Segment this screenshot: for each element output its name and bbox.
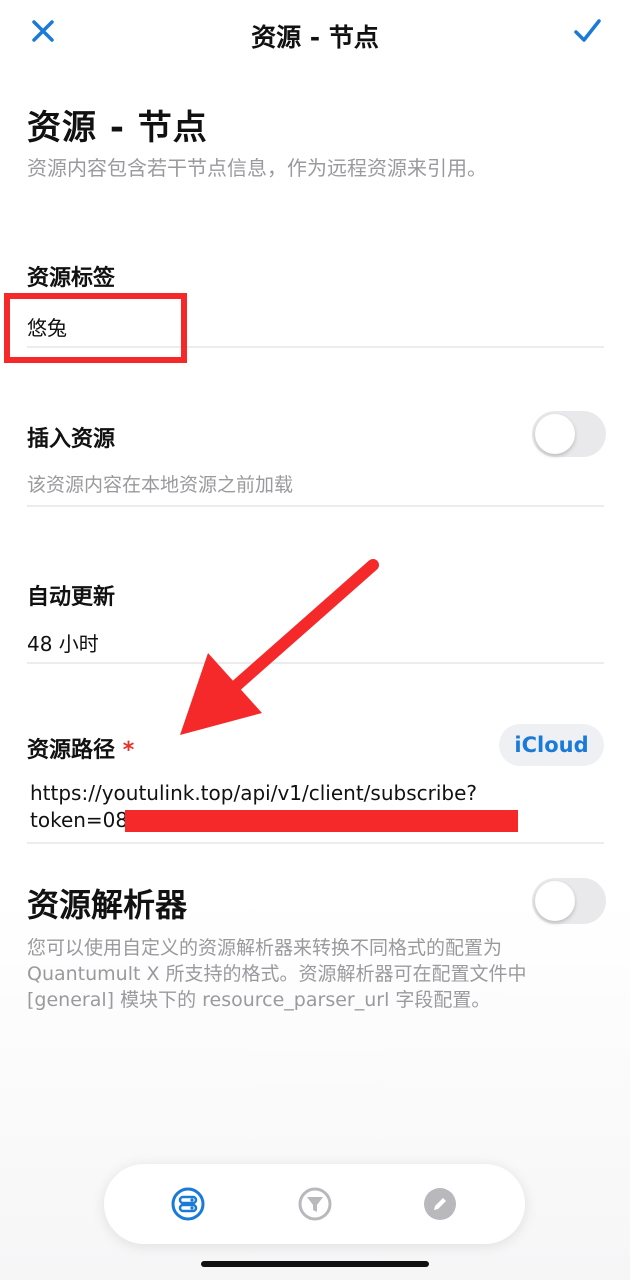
resource-path-label-text: 资源路径 xyxy=(27,738,116,763)
resource-parser-label: 资源解析器 xyxy=(27,886,188,924)
divider xyxy=(27,505,604,507)
insert-resource-hint: 该资源内容在本地资源之前加载 xyxy=(27,474,294,496)
required-mark: * xyxy=(122,738,135,763)
auto-update-label: 自动更新 xyxy=(27,585,116,610)
annotation-arrow xyxy=(170,555,385,745)
page-subtitle: 资源内容包含若干节点信息，作为远程资源来引用。 xyxy=(27,156,487,180)
resource-url-line-2[interactable]: token=08 xyxy=(30,808,128,832)
divider xyxy=(27,842,604,844)
home-indicator xyxy=(201,1261,429,1267)
resource-tag-label: 资源标签 xyxy=(27,266,116,291)
nav-title: 资源 - 节点 xyxy=(251,23,379,52)
auto-update-value[interactable]: 48 小时 xyxy=(27,628,99,657)
insert-resource-label: 插入资源 xyxy=(27,427,116,452)
resource-url-line-1[interactable]: https://youtulink.top/api/v1/client/subs… xyxy=(30,781,477,805)
filter-icon[interactable] xyxy=(297,1186,333,1222)
resource-parser-description: 您可以使用自定义的资源解析器来转换不同格式的配置为 Quantumult X 所… xyxy=(27,937,527,1011)
checkmark-icon[interactable] xyxy=(570,14,604,48)
redaction-bar xyxy=(125,810,518,832)
resource-parser-toggle[interactable] xyxy=(532,878,606,924)
resource-path-label: 资源路径 * xyxy=(27,732,134,764)
icloud-button[interactable]: iCloud xyxy=(499,724,604,766)
bottom-tab-bar xyxy=(104,1164,525,1244)
edit-icon[interactable] xyxy=(422,1186,458,1222)
page-title: 资源 - 节点 xyxy=(27,108,208,148)
server-icon[interactable] xyxy=(170,1186,206,1222)
insert-resource-toggle[interactable] xyxy=(532,411,606,457)
annotation-highlight-box xyxy=(4,293,187,363)
